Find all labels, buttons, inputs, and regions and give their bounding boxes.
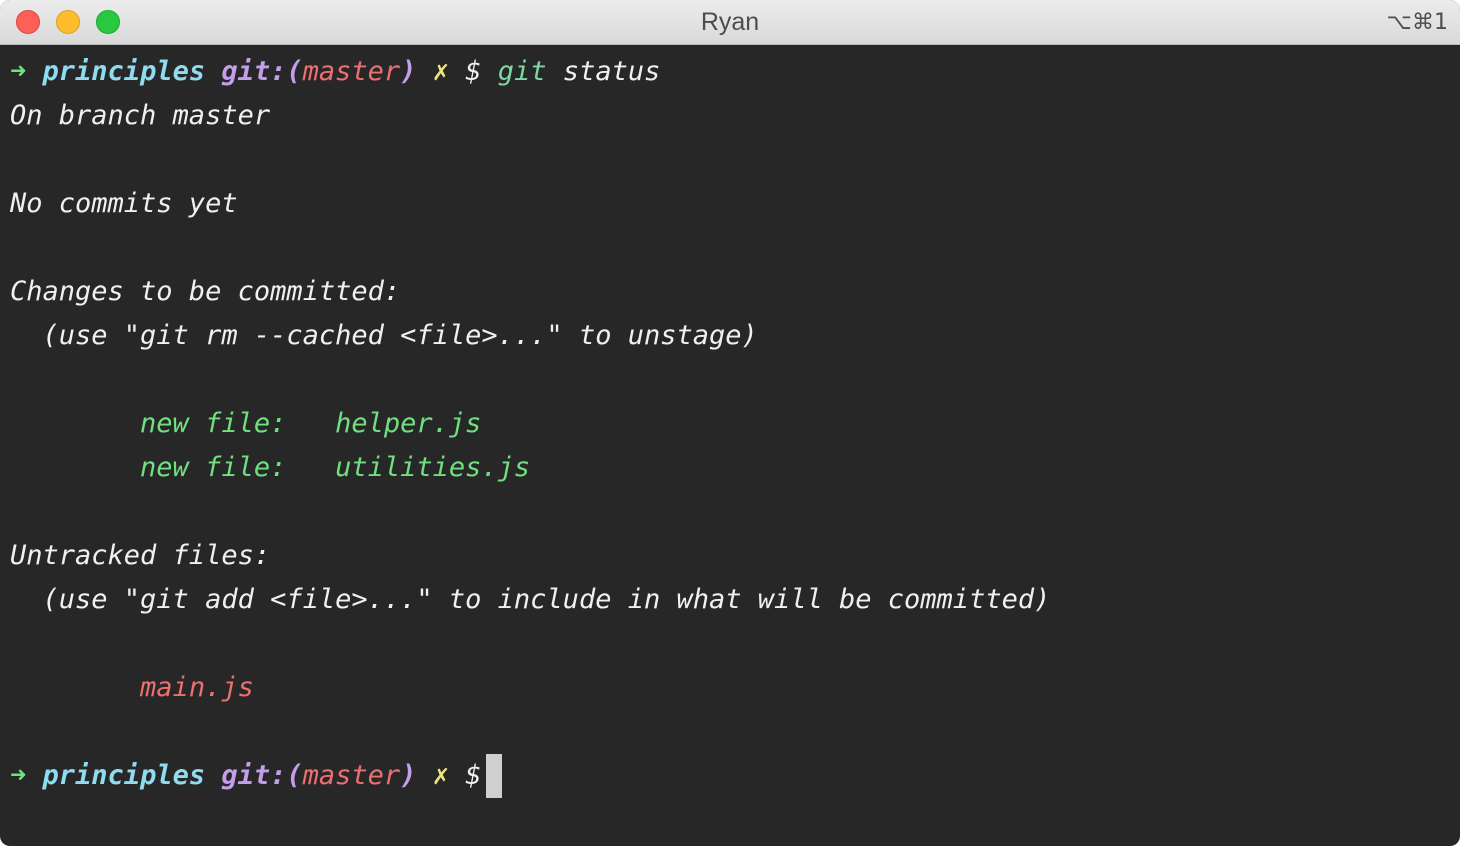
prompt-arrow-icon: ➜ (10, 56, 27, 87)
staged-file-label: new file: (10, 452, 336, 483)
text-cursor[interactable] (485, 754, 502, 798)
command-args: status (562, 56, 661, 87)
untracked-file-row: main.js (10, 666, 1450, 710)
prompt-dirty-icon: ✗ (432, 56, 449, 87)
prompt-line-1: ➜ principles git:(master) ✗ $ git status (10, 50, 1450, 94)
untracked-file-name: main.js (140, 672, 254, 703)
prompt-line-2: ➜ principles git:(master) ✗ $ (10, 754, 1450, 798)
terminal-output[interactable]: ➜ principles git:(master) ✗ $ git status… (10, 50, 1450, 846)
prompt-arrow-icon: ➜ (10, 760, 27, 791)
staged-file-row: new file: helper.js (10, 402, 1450, 446)
changes-header: Changes to be committed: (10, 276, 401, 307)
prompt-git-label: git:( (221, 56, 303, 87)
prompt-git-label: git:( (221, 760, 303, 791)
prompt-dollar: $ (465, 56, 482, 87)
window-shortcut: ⌥⌘1 (1386, 10, 1448, 35)
prompt-dollar: $ (465, 760, 482, 791)
output-branch-line: On branch master (10, 100, 271, 131)
output-no-commits: No commits yet (10, 188, 238, 219)
untracked-header: Untracked files: (10, 540, 271, 571)
prompt-directory: principles (42, 760, 206, 791)
window-title: Ryan (700, 8, 760, 36)
command-name: git (497, 56, 547, 87)
prompt-branch: master (302, 760, 401, 791)
staged-file-row: new file: utilities.js (10, 446, 1450, 490)
title-bar[interactable]: Ryan ⌥⌘1 (0, 0, 1460, 45)
prompt-close-paren: ) (400, 56, 417, 87)
staged-file-label: new file: (10, 408, 336, 439)
staged-file-name: utilities.js (335, 452, 531, 483)
prompt-dirty-icon: ✗ (432, 760, 449, 791)
prompt-directory: principles (42, 56, 206, 87)
untracked-hint: (use "git add <file>..." to include in w… (10, 584, 1051, 615)
prompt-branch: master (302, 56, 401, 87)
terminal-window: Ryan ⌥⌘1 ➜ principles git:(master) ✗ $ g… (0, 0, 1460, 846)
prompt-close-paren: ) (400, 760, 417, 791)
untracked-indent (10, 672, 140, 703)
staged-file-name: helper.js (335, 408, 482, 439)
changes-hint: (use "git rm --cached <file>..." to unst… (10, 320, 758, 351)
